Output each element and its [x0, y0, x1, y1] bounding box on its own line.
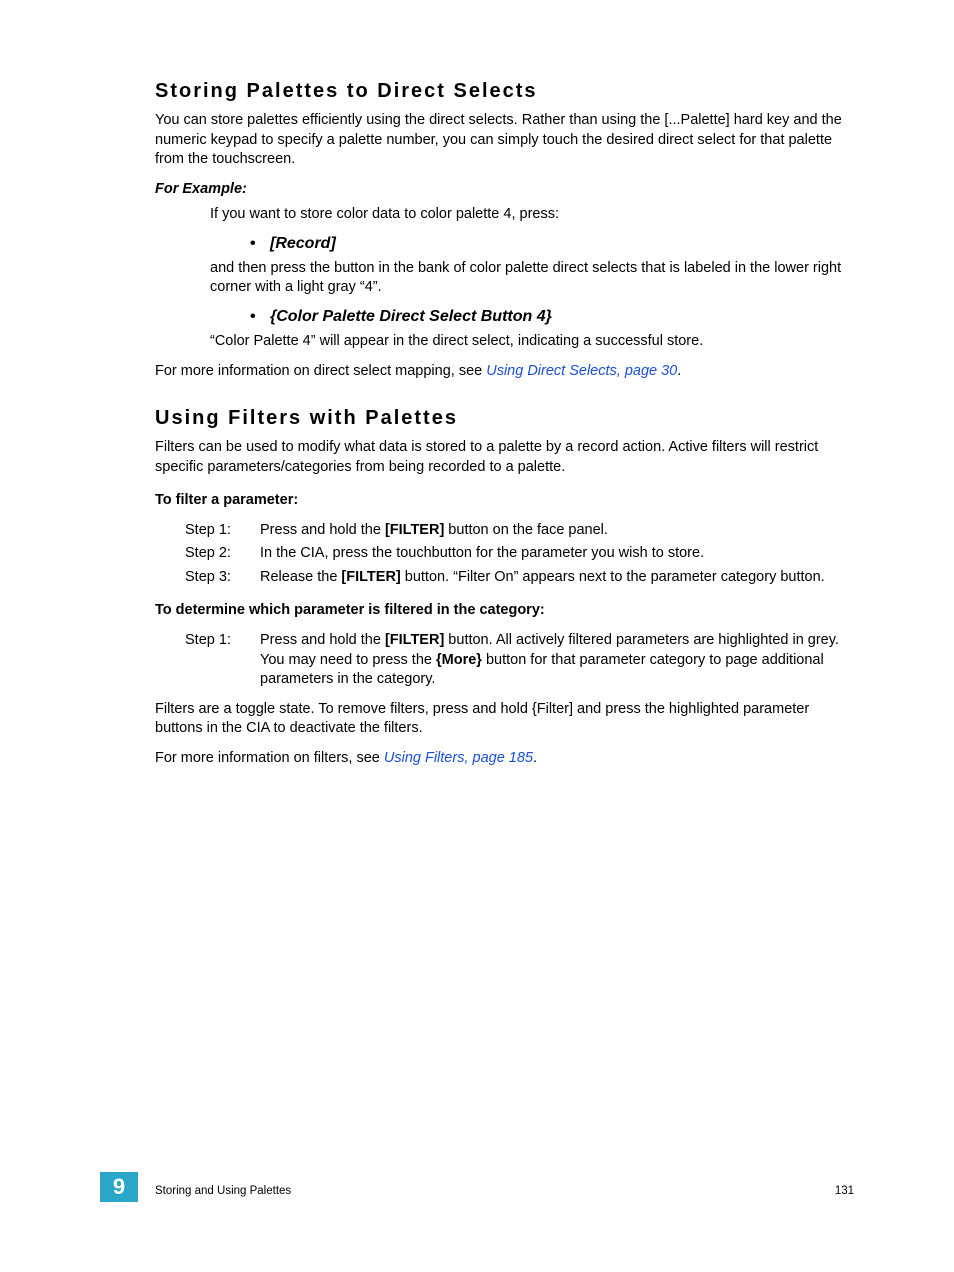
chapter-number-badge: 9 — [100, 1172, 138, 1202]
steps-determine: Step 1: Press and hold the [FILTER] butt… — [185, 631, 854, 690]
step-text-pre: Press and hold the — [260, 522, 385, 538]
more-info-post-1: . — [677, 363, 681, 379]
more-info-pre-2: For more information on filters, see — [155, 750, 384, 766]
step-label: Step 3: — [185, 568, 260, 588]
step-row: Step 1: Press and hold the [FILTER] butt… — [185, 521, 854, 541]
step-text-pre: Press and hold the — [260, 632, 385, 648]
step-text: Press and hold the [FILTER] button. All … — [260, 631, 854, 690]
step-row: Step 2: In the CIA, press the touchbutto… — [185, 544, 854, 564]
heading-storing-palettes: Storing Palettes to Direct Selects — [155, 80, 854, 103]
link-direct-selects[interactable]: Using Direct Selects, page 30 — [486, 363, 677, 379]
more-info-pre-1: For more information on direct select ma… — [155, 363, 486, 379]
footer-title: Storing and Using Palettes — [155, 1185, 291, 1197]
steps-filter-parameter: Step 1: Press and hold the [FILTER] butt… — [185, 521, 854, 588]
step-text-bold: [FILTER] — [341, 569, 400, 585]
step-label: Step 1: — [185, 521, 260, 541]
bullet-icon: • — [250, 235, 270, 253]
step-text-bold: [FILTER] — [385, 522, 444, 538]
intro-paragraph-1: You can store palettes efficiently using… — [155, 111, 854, 170]
intro-paragraph-2: Filters can be used to modify what data … — [155, 438, 854, 477]
bullet-text-1: [Record] — [270, 235, 336, 253]
step-label: Step 1: — [185, 631, 260, 690]
bullet-record: • [Record] — [250, 235, 854, 253]
bullet-icon: • — [250, 308, 270, 326]
step-text-post: button on the face panel. — [444, 522, 608, 538]
toggle-paragraph: Filters are a toggle state. To remove fi… — [155, 700, 854, 739]
for-example-label: For Example: — [155, 180, 854, 200]
step-label: Step 2: — [185, 544, 260, 564]
link-using-filters[interactable]: Using Filters, page 185 — [384, 750, 533, 766]
step-row: Step 3: Release the [FILTER] button. “Fi… — [185, 568, 854, 588]
more-info-1: For more information on direct select ma… — [155, 362, 854, 382]
step-text-bold2: {More} — [436, 652, 482, 668]
bullet-color-palette: • {Color Palette Direct Select Button 4} — [250, 308, 854, 326]
more-info-post-2: . — [533, 750, 537, 766]
example-result: “Color Palette 4” will appear in the dir… — [210, 332, 854, 352]
filter-parameter-label: To filter a parameter: — [155, 491, 854, 511]
step-row: Step 1: Press and hold the [FILTER] butt… — [185, 631, 854, 690]
more-info-2: For more information on filters, see Usi… — [155, 749, 854, 769]
example-intro: If you want to store color data to color… — [210, 205, 854, 225]
step-text: Press and hold the [FILTER] button on th… — [260, 521, 854, 541]
step-text: Release the [FILTER] button. “Filter On”… — [260, 568, 854, 588]
page-number: 131 — [835, 1185, 854, 1197]
step-text-pre: Release the — [260, 569, 341, 585]
step-text-bold1: [FILTER] — [385, 632, 444, 648]
step-text: In the CIA, press the touchbutton for th… — [260, 544, 854, 564]
determine-label: To determine which parameter is filtered… — [155, 601, 854, 621]
heading-using-filters: Using Filters with Palettes — [155, 407, 854, 430]
bullet-text-2: {Color Palette Direct Select Button 4} — [270, 308, 552, 326]
example-mid: and then press the button in the bank of… — [210, 259, 854, 298]
page-footer: 9 Storing and Using Palettes 131 — [0, 1172, 954, 1202]
page-content: Storing Palettes to Direct Selects You c… — [155, 80, 854, 778]
step-text-post: button. “Filter On” appears next to the … — [401, 569, 825, 585]
